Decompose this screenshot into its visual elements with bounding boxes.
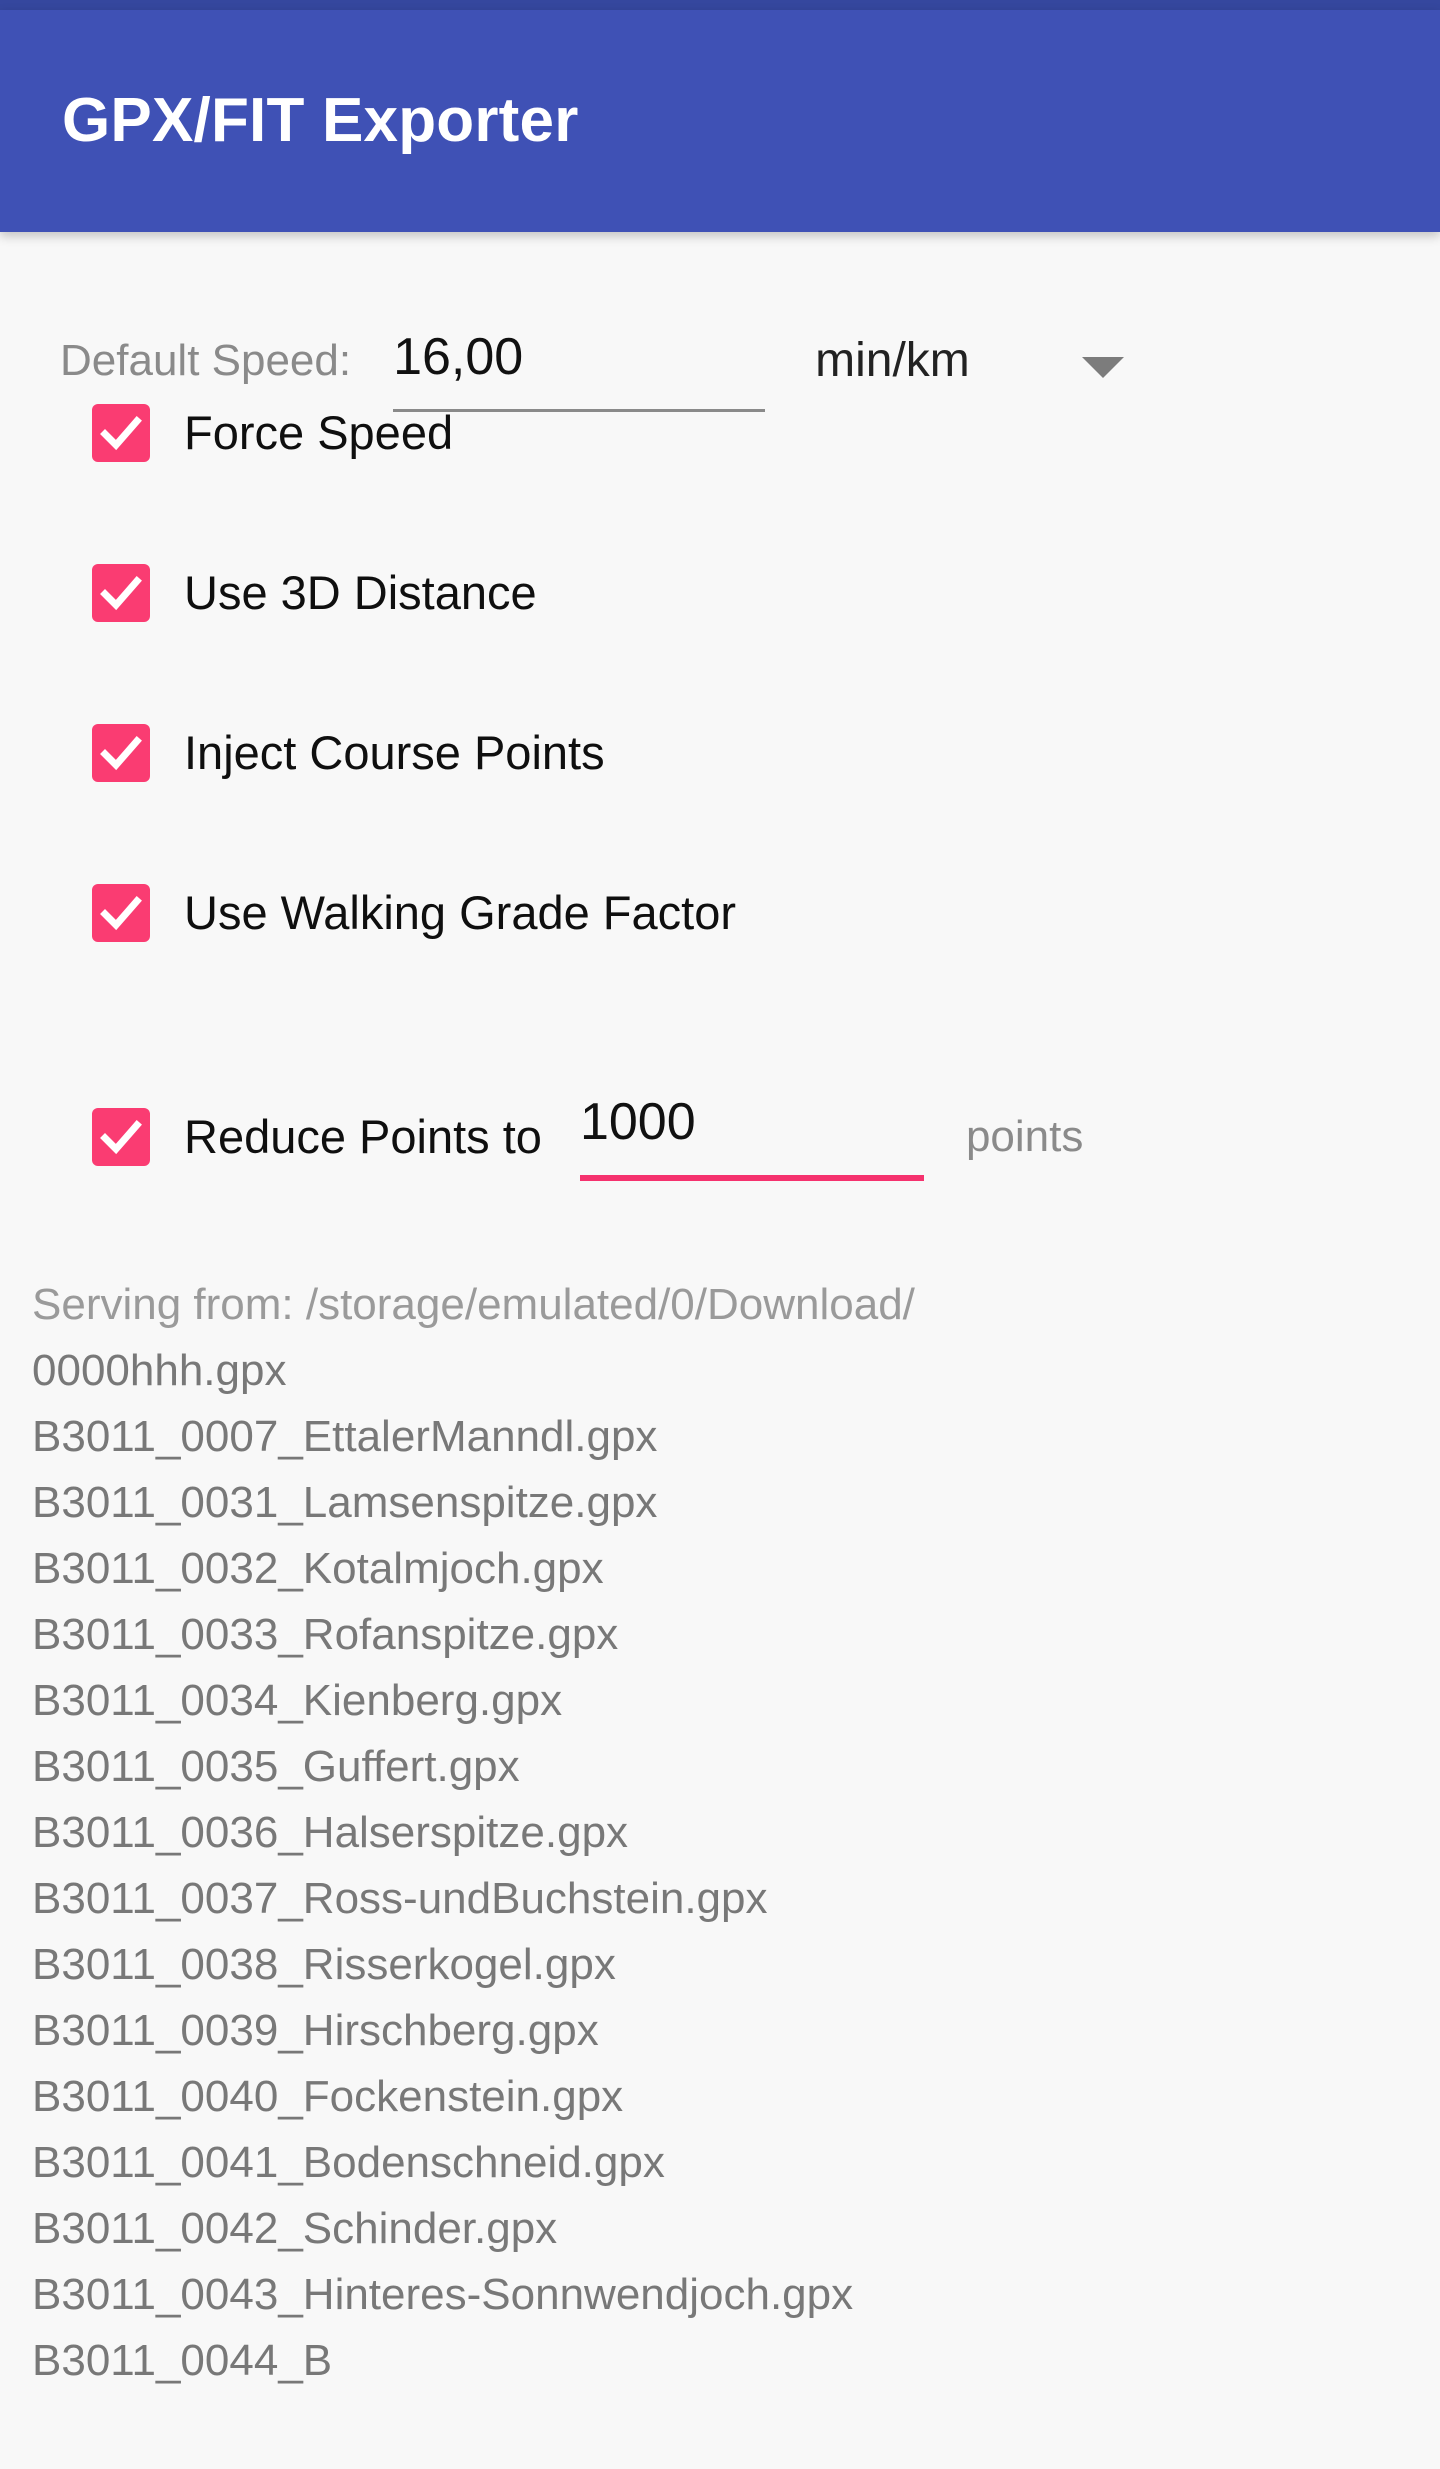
- default-speed-value: 16,00: [393, 328, 524, 386]
- checkbox-use-walking-grade-factor[interactable]: [92, 884, 150, 942]
- main-content: Default Speed: 16,00 min/km Force Speed: [0, 232, 1440, 2394]
- file-browser-list[interactable]: Serving from: /storage/emulated/0/Downlo…: [0, 1192, 1440, 2394]
- default-speed-input[interactable]: 16,00: [393, 327, 766, 412]
- checkbox-label: Use Walking Grade Factor: [184, 886, 736, 939]
- list-item[interactable]: B3011_0035_Guffert.gpx: [32, 1734, 1440, 1800]
- checkbox-label: Force Speed: [184, 406, 454, 459]
- check-icon: [100, 416, 142, 451]
- chevron-down-icon: [1081, 357, 1124, 378]
- list-item[interactable]: B3011_0034_Kienberg.gpx: [32, 1668, 1440, 1734]
- list-item[interactable]: B3011_0036_Halserspitze.gpx: [32, 1800, 1440, 1866]
- status-bar: [0, 0, 1440, 10]
- list-item[interactable]: 0000hhh.gpx: [32, 1338, 1440, 1404]
- checkbox-row-use-walking-grade-factor[interactable]: Use Walking Grade Factor: [92, 862, 1440, 964]
- list-item[interactable]: B3011_0032_Kotalmjoch.gpx: [32, 1536, 1440, 1602]
- list-item[interactable]: B3011_0041_Bodenschneid.gpx: [32, 2130, 1440, 2196]
- checkbox-force-speed[interactable]: [92, 404, 150, 462]
- checkbox-row-force-speed[interactable]: Force Speed: [92, 382, 1440, 484]
- checkbox-inject-course-points[interactable]: [92, 724, 150, 782]
- speed-unit-dropdown[interactable]: [1081, 327, 1124, 378]
- checkbox-row-inject-course-points[interactable]: Inject Course Points: [92, 702, 1440, 804]
- reduce-points-underline: [579, 1175, 924, 1181]
- app-bar: GPX/FIT Exporter: [0, 10, 1440, 232]
- list-item[interactable]: B3011_0038_Risserkogel.gpx: [32, 1932, 1440, 1998]
- list-item[interactable]: B3011_0039_Hirschberg.gpx: [32, 1998, 1440, 2064]
- list-item[interactable]: B3011_0007_EttalerManndl.gpx: [32, 1404, 1440, 1470]
- reduce-points-row: Reduce Points to 1000 points: [92, 1082, 1440, 1192]
- default-speed-label: Default Speed:: [60, 336, 352, 385]
- check-icon: [100, 736, 142, 771]
- checkbox-label: Inject Course Points: [184, 726, 605, 779]
- checkbox-label: Use 3D Distance: [184, 566, 537, 619]
- list-item[interactable]: B3011_0031_Lamsenspitze.gpx: [32, 1470, 1440, 1536]
- list-item[interactable]: B3011_0043_Hinteres-Sonnwendjoch.gpx: [32, 2262, 1440, 2328]
- options-group: Force Speed Use 3D Distance Inject Cours…: [0, 342, 1440, 1192]
- serving-from-path: Serving from: /storage/emulated/0/Downlo…: [32, 1280, 915, 1329]
- check-icon: [100, 1120, 142, 1155]
- list-item[interactable]: B3011_0037_Ross-undBuchstein.gpx: [32, 1866, 1440, 1932]
- check-icon: [100, 576, 142, 611]
- check-icon: [100, 896, 142, 931]
- checkbox-reduce-points[interactable]: [92, 1108, 150, 1166]
- list-item[interactable]: B3011_0044_B: [32, 2328, 1440, 2394]
- reduce-points-input[interactable]: 1000: [579, 1093, 924, 1181]
- reduce-points-label: Reduce Points to: [184, 1110, 542, 1163]
- checkbox-use-3d-distance[interactable]: [92, 564, 150, 622]
- list-item[interactable]: B3011_0040_Fockenstein.gpx: [32, 2064, 1440, 2130]
- reduce-points-value: 1000: [579, 1093, 696, 1151]
- speed-unit-value[interactable]: min/km: [815, 327, 970, 391]
- checkbox-row-use-3d-distance[interactable]: Use 3D Distance: [92, 542, 1440, 644]
- page-title: GPX/FIT Exporter: [62, 86, 579, 155]
- list-item[interactable]: B3011_0033_Rofanspitze.gpx: [32, 1602, 1440, 1668]
- reduce-points-suffix: points: [965, 1112, 1084, 1161]
- default-speed-underline: [393, 409, 766, 412]
- default-speed-row: Default Speed: 16,00 min/km: [0, 232, 1440, 412]
- list-item[interactable]: B3011_0042_Schinder.gpx: [32, 2196, 1440, 2262]
- file-items-container: 0000hhh.gpx B3011_0007_EttalerManndl.gpx B…: [32, 1338, 1440, 2394]
